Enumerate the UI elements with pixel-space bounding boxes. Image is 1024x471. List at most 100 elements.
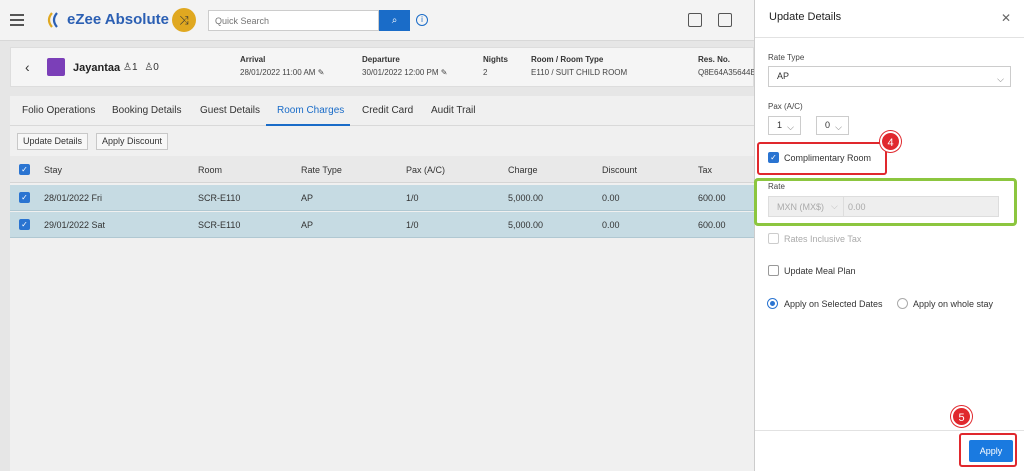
shuffle-icon[interactable]: ⤨	[172, 8, 196, 32]
row-checkbox[interactable]: ✓	[19, 192, 30, 203]
cell-discount: 0.00	[602, 193, 620, 203]
info-icon[interactable]: i	[416, 14, 428, 26]
select-all-checkbox[interactable]: ✓	[19, 164, 30, 175]
highlight-complimentary	[757, 142, 887, 175]
col-room: Room	[198, 165, 223, 175]
cell-rate-type: AP	[301, 220, 314, 230]
keyboard-icon[interactable]	[718, 13, 732, 27]
resno-label: Res. No.	[698, 55, 731, 64]
cell-tax: 600.00	[698, 193, 726, 203]
adult-value: 1	[777, 120, 783, 130]
room-info: Room / Room Type E110 / SUIT CHILD ROOM	[531, 55, 627, 77]
arrival-value: 28/01/2022 11:00 AM	[240, 68, 316, 77]
tab-folio-operations[interactable]: Folio Operations	[22, 105, 95, 116]
cell-room: SCR-E110	[198, 193, 241, 203]
apply-discount-button[interactable]: Apply Discount	[96, 133, 169, 150]
cell-tax: 600.00	[698, 220, 726, 230]
edit-icon[interactable]: ✎	[441, 68, 448, 77]
col-rate-type: Rate Type	[301, 165, 342, 175]
tab-booking-details[interactable]: Booking Details	[112, 105, 181, 116]
tab-audit-trail[interactable]: Audit Trail	[431, 105, 475, 116]
cell-stay: 28/01/2022 Fri	[44, 193, 103, 203]
highlight-apply	[959, 433, 1017, 467]
cell-stay: 29/01/2022 Sat	[44, 220, 106, 230]
child-value: 0	[825, 120, 831, 130]
room-value: E110 / SUIT CHILD ROOM	[531, 68, 628, 77]
search-button[interactable]: ⌕	[379, 10, 410, 31]
step-5-badge: 5	[951, 406, 972, 427]
pax-label: Pax (A/C)	[768, 102, 803, 111]
room-icon	[47, 58, 65, 76]
chevron-down-icon: ⌵	[787, 122, 794, 132]
calendar-icon[interactable]	[688, 13, 702, 27]
row-checkbox[interactable]: ✓	[19, 219, 30, 230]
cell-rate-type: AP	[301, 193, 314, 203]
update-details-button[interactable]: Update Details	[17, 133, 89, 150]
cell-charge: 5,000.00	[508, 193, 544, 203]
adult-select[interactable]: 1 ⌵	[768, 116, 801, 135]
chevron-down-icon: ⌵	[997, 74, 1004, 84]
adult-icon: ♙	[123, 62, 132, 73]
tab-room-charges[interactable]: Room Charges	[277, 105, 344, 116]
apply-whole-stay-radio[interactable]	[897, 298, 908, 309]
departure-value: 30/01/2022 12:00 PM	[362, 68, 439, 77]
tab-guest-details[interactable]: Guest Details	[200, 105, 260, 116]
tab-bar: Folio Operations Booking Details Guest D…	[10, 96, 754, 126]
update-meal-plan-label: Update Meal Plan	[784, 266, 856, 276]
table-row[interactable]: ✓ 28/01/2022 Fri SCR-E110 AP 1/0 5,000.0…	[10, 185, 754, 211]
cell-pax: 1/0	[406, 220, 419, 230]
cell-room: SCR-E110	[198, 220, 241, 230]
apply-selected-dates-label: Apply on Selected Dates	[784, 299, 883, 309]
departure-label: Departure	[362, 55, 400, 64]
resno-info: Res. No. Q8E64A35644E	[698, 55, 754, 77]
col-pax: Pax (A/C)	[406, 165, 446, 175]
table-row[interactable]: ✓ 29/01/2022 Sat SCR-E110 AP 1/0 5,000.0…	[10, 212, 754, 238]
menu-icon[interactable]	[10, 14, 24, 26]
table-header: ✓ Stay Room Rate Type Pax (A/C) Charge D…	[10, 156, 754, 183]
nights-info: Nights 2	[483, 55, 508, 77]
rate-type-label: Rate Type	[768, 53, 805, 62]
resno-value: Q8E64A35644E	[698, 68, 754, 77]
child-icon: ♙	[144, 62, 154, 73]
apply-whole-stay-label: Apply on whole stay	[913, 299, 994, 309]
rates-inclusive-tax-checkbox	[768, 233, 779, 244]
rate-type-select[interactable]: AP ⌵	[768, 66, 1011, 87]
arrival-label: Arrival	[240, 55, 266, 64]
chevron-down-icon: ⌵	[835, 122, 842, 132]
guest-name: Jayantaa	[73, 62, 121, 74]
child-count: 0	[153, 62, 159, 73]
nights-label: Nights	[483, 55, 508, 64]
nights-value: 2	[483, 68, 488, 77]
cell-pax: 1/0	[406, 193, 419, 203]
col-stay: Stay	[44, 165, 63, 175]
step-4-badge: 4	[880, 131, 901, 152]
logo-text: eZee Absolute	[67, 11, 169, 28]
main-content: Folio Operations Booking Details Guest D…	[10, 96, 754, 471]
col-tax: Tax	[698, 165, 713, 175]
arrival-info: Arrival 28/01/2022 11:00 AM ✎	[240, 55, 324, 77]
divider	[755, 430, 1024, 431]
rate-type-value: AP	[777, 71, 790, 81]
highlight-rate	[754, 178, 1017, 226]
adult-count: 1	[131, 62, 138, 73]
tab-credit-card[interactable]: Credit Card	[362, 105, 413, 116]
col-discount: Discount	[602, 165, 638, 175]
cell-charge: 5,000.00	[508, 220, 544, 230]
back-arrow-icon[interactable]: ‹	[25, 59, 30, 75]
close-icon[interactable]: ✕	[1001, 11, 1011, 25]
rates-inclusive-tax-label: Rates Inclusive Tax	[784, 234, 862, 244]
logo-icon	[47, 12, 58, 28]
pax-counts: ♙1 ♙0	[123, 62, 159, 73]
search-input[interactable]	[208, 10, 379, 31]
room-label: Room / Room Type	[531, 55, 604, 64]
active-tab-indicator	[266, 124, 350, 126]
divider	[755, 37, 1024, 38]
apply-selected-dates-radio[interactable]	[767, 298, 778, 309]
update-details-panel: Update Details ✕ Rate Type AP ⌵ Pax (A/C…	[754, 0, 1024, 471]
panel-title: Update Details	[769, 11, 842, 23]
departure-info: Departure 30/01/2022 12:00 PM ✎	[362, 55, 447, 77]
edit-icon[interactable]: ✎	[318, 68, 325, 77]
child-select[interactable]: 0 ⌵	[816, 116, 849, 135]
update-meal-plan-checkbox[interactable]	[768, 265, 779, 276]
cell-discount: 0.00	[602, 220, 620, 230]
